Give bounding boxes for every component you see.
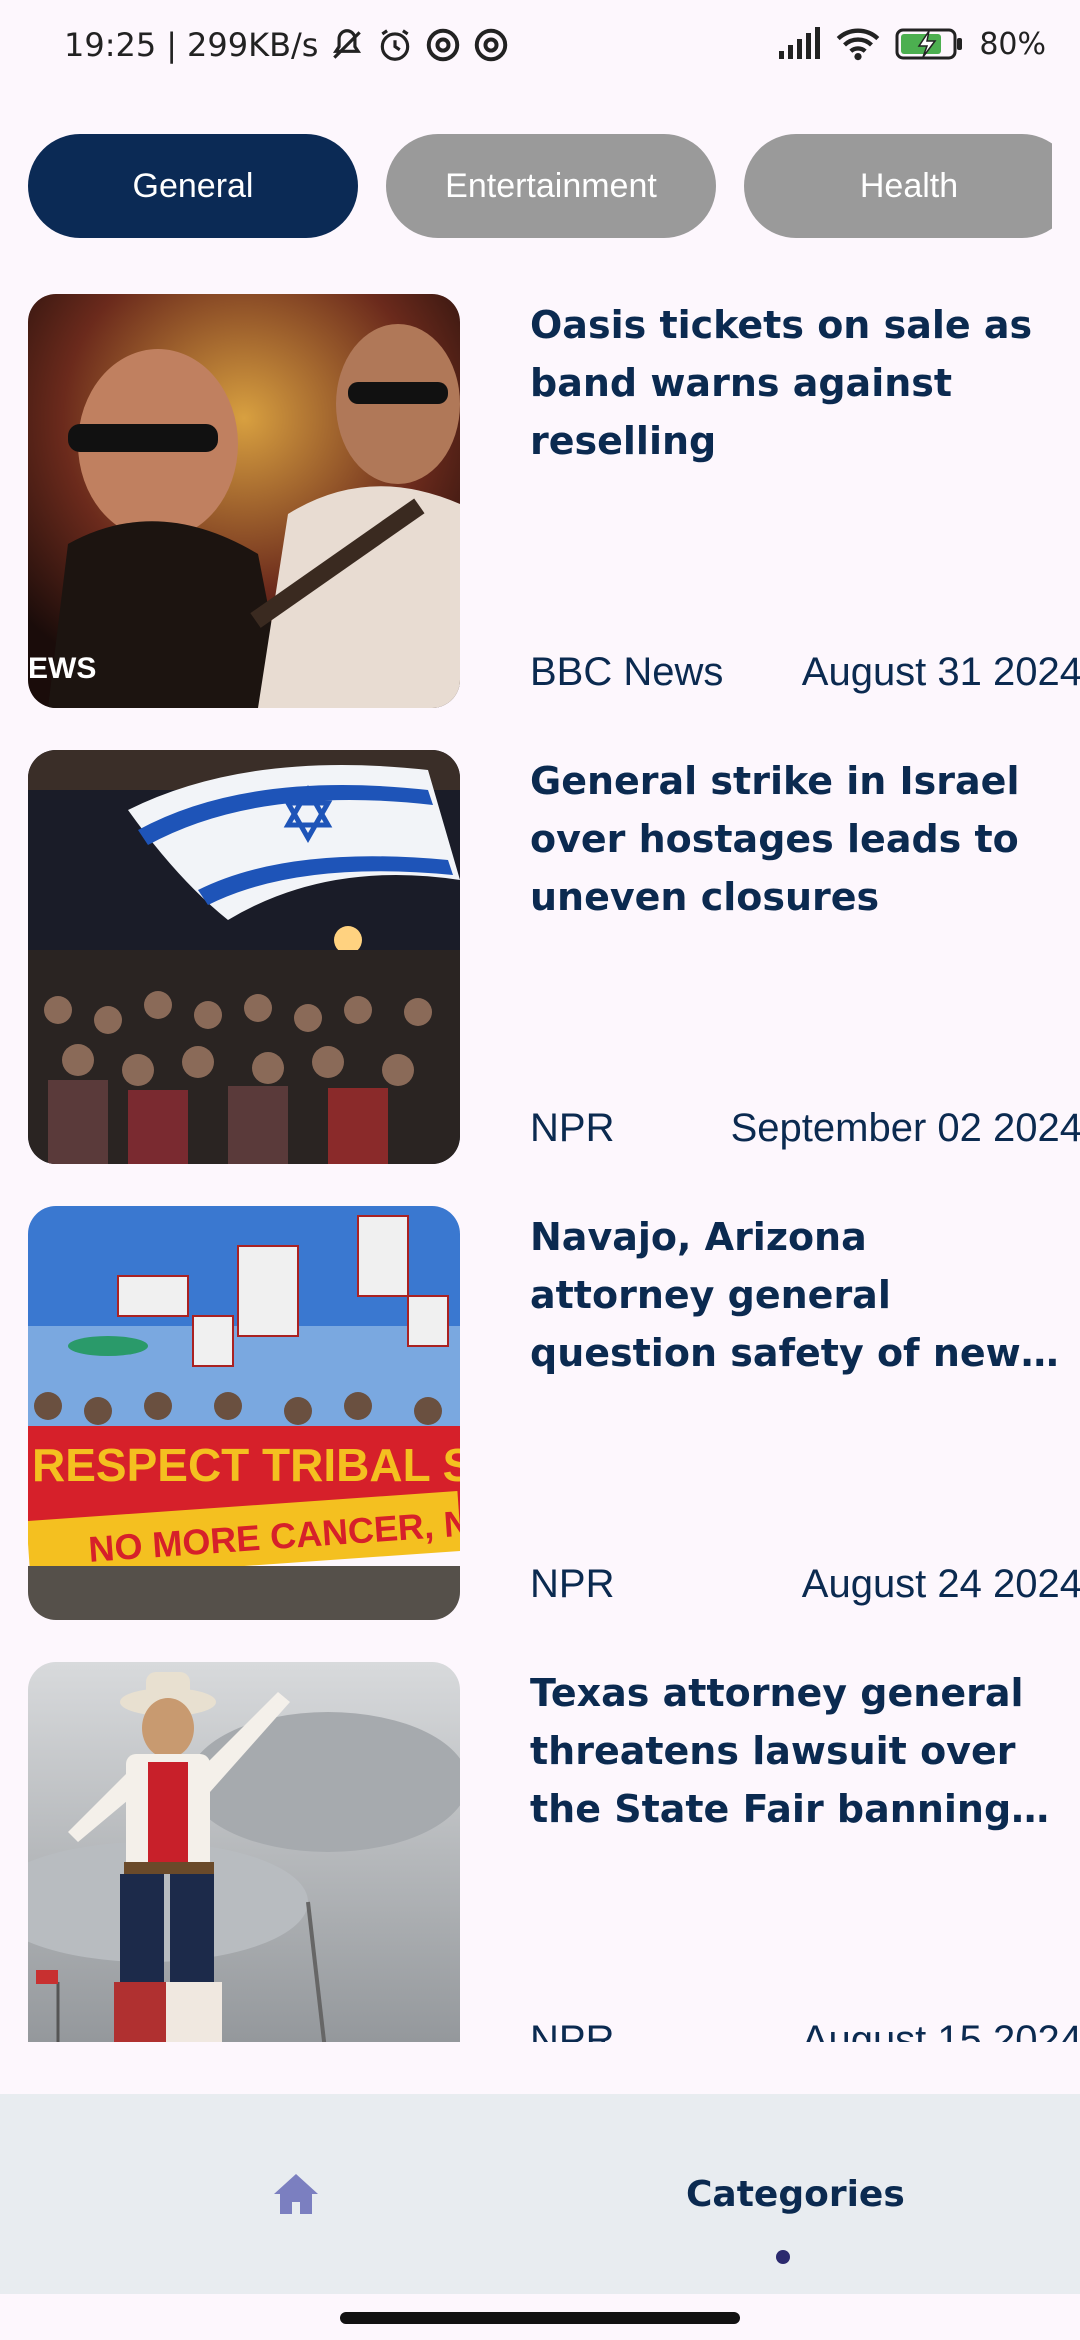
article-date: August 31 2024 [801, 650, 1080, 694]
alarm-icon [381, 29, 410, 61]
article-source: NPR [530, 1106, 615, 1150]
article-title[interactable]: General strike in Israel over hostages l… [530, 752, 1060, 926]
article-card[interactable]: General strike in Israel over hostages l… [28, 750, 1080, 1164]
article-meta: NPR August 15 2024 [530, 2018, 1080, 2042]
article-image: EWS [28, 294, 460, 708]
article-date: August 15 2024 [801, 2018, 1080, 2042]
article-date: September 02 2024 [730, 1106, 1080, 1150]
image-caption: EWS [28, 652, 96, 685]
signal-icon [779, 27, 821, 59]
article-image: RESPECT TRIBAL SOV NO MORE CANCER, NO MO… [28, 1206, 460, 1620]
chip-health[interactable]: Health [744, 134, 1052, 238]
article-image [28, 750, 460, 1164]
chip-entertainment[interactable]: Entertainment [386, 134, 716, 238]
battery-charging-icon [895, 28, 963, 60]
status-divider: | [166, 26, 177, 64]
article-meta: BBC News August 31 2024 [530, 650, 1080, 695]
article-source: BBC News [530, 650, 724, 694]
article-card[interactable]: EWS Oasis tickets on sale as band warns … [28, 294, 1080, 708]
article-image [28, 1662, 460, 2042]
status-time: 19:25 [64, 26, 157, 64]
article-title[interactable]: Navajo, Arizona attorney general questio… [530, 1208, 1060, 1382]
active-indicator-dot [776, 2250, 790, 2264]
home-icon[interactable] [272, 2172, 320, 2216]
chip-label: General [132, 166, 254, 205]
article-source: NPR [530, 2018, 615, 2042]
status-right: 80% [777, 26, 1046, 62]
status-left: 19:25 | 299KB/s [64, 26, 510, 64]
chip-label: Health [859, 166, 959, 205]
at-sign-icon [475, 28, 508, 62]
bottom-navigation: Categories [0, 2094, 1080, 2294]
article-title[interactable]: Oasis tickets on sale as band warns agai… [530, 296, 1060, 470]
article-source: NPR [530, 1562, 615, 1606]
article-date: August 24 2024 [801, 1562, 1080, 1606]
article-card[interactable]: RESPECT TRIBAL SOV NO MORE CANCER, NO MO… [28, 1206, 1080, 1620]
article-card[interactable]: Texas attorney general threatens lawsuit… [28, 1662, 1080, 2042]
article-title[interactable]: Texas attorney general threatens lawsuit… [530, 1664, 1060, 1838]
article-meta: NPR September 02 2024 [530, 1106, 1080, 1151]
battery-percent: 80% [979, 26, 1046, 62]
news-feed[interactable]: EWS Oasis tickets on sale as band warns … [0, 294, 1080, 2042]
chip-label: Entertainment [445, 166, 657, 205]
mute-bell-icon [333, 29, 362, 59]
status-bar: 19:25 | 299KB/s 80% [0, 0, 1080, 100]
article-meta: NPR August 24 2024 [530, 1562, 1080, 1607]
chip-general[interactable]: General [28, 134, 358, 238]
category-chips: General Entertainment Health [28, 134, 1052, 240]
banner-text: RESPECT TRIBAL SOV [32, 1439, 460, 1491]
nav-categories[interactable]: Categories [686, 2174, 905, 2215]
at-sign-icon [427, 28, 460, 62]
gesture-bar[interactable] [340, 2312, 740, 2324]
status-speed: 299KB/s [187, 26, 319, 64]
wifi-icon [837, 28, 880, 61]
